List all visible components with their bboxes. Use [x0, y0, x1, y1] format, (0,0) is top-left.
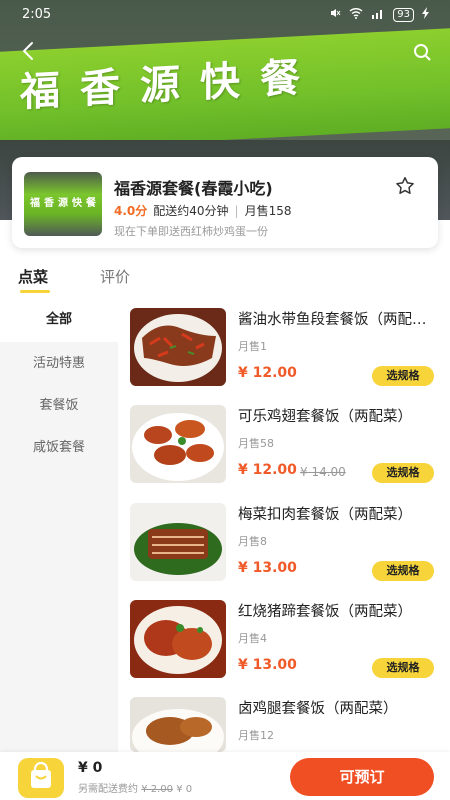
- favorite-button[interactable]: [394, 175, 416, 197]
- cart-total: ¥ 0: [78, 760, 103, 776]
- dish-item[interactable]: 可乐鸡翅套餐饭（两配菜） 月售58 ¥ 12.00 ¥ 14.00 选规格: [130, 405, 438, 495]
- category-salty-rice[interactable]: 咸饭套餐: [0, 426, 118, 470]
- dish-image-fish: [130, 308, 226, 386]
- select-spec-button[interactable]: 选规格: [372, 658, 434, 678]
- signal-icon: [371, 7, 385, 23]
- charging-icon: [422, 7, 430, 23]
- shop-thumbnail-text: 福香源快餐: [30, 198, 100, 209]
- dish-price: ¥ 12.00: [238, 462, 297, 478]
- search-button[interactable]: [412, 42, 432, 62]
- star-outline-icon: [396, 177, 414, 194]
- dish-name: 酱油水带鱼段套餐饭（两配菜）: [238, 312, 434, 328]
- shop-info-card: 福香源快餐 福香源套餐(春霞小吃) 4.0分 配送约40分钟 | 月售158 现…: [12, 157, 438, 248]
- dish-price: ¥ 12.00: [238, 365, 297, 381]
- category-set-meals[interactable]: 套餐饭: [0, 384, 118, 428]
- cart-button[interactable]: [18, 758, 64, 798]
- delivery-fee: 另需配送费约 ¥ 2.00 ¥ 0: [78, 784, 193, 795]
- delivery-time: 配送约40分钟: [153, 204, 229, 218]
- delivery-fee-original: ¥ 2.00: [141, 784, 173, 795]
- battery-level: 93: [393, 8, 414, 22]
- back-button[interactable]: [18, 40, 40, 62]
- dish-image-trotter: [130, 600, 226, 678]
- dish-image-chicken-leg: [130, 697, 226, 752]
- dish-item[interactable]: 酱油水带鱼段套餐饭（两配菜） 月售1 ¥ 12.00 选规格: [130, 308, 438, 398]
- delivery-fee-now: ¥ 0: [176, 784, 193, 795]
- category-promotions[interactable]: 活动特惠: [0, 342, 118, 386]
- select-spec-button[interactable]: 选规格: [372, 561, 434, 581]
- shopping-bag-icon: [31, 761, 51, 788]
- dish-item[interactable]: 梅菜扣肉套餐饭（两配菜） 月售8 ¥ 13.00 选规格: [130, 503, 438, 593]
- dish-price: ¥ 13.00: [238, 657, 297, 673]
- shop-promo: 现在下单即送西红柿炒鸡蛋一份: [114, 225, 268, 238]
- active-tab-indicator: [20, 290, 50, 293]
- chevron-left-icon: [22, 42, 33, 60]
- shop-rating: 4.0分: [114, 204, 148, 218]
- status-bar: 2:05 93: [0, 0, 450, 30]
- tab-order[interactable]: 点菜: [18, 266, 48, 287]
- dish-sold: 月售58: [238, 437, 274, 450]
- dish-image-wings: [130, 405, 226, 483]
- wifi-icon: [349, 7, 363, 23]
- search-icon: [414, 44, 431, 61]
- tab-reviews[interactable]: 评价: [100, 266, 130, 287]
- dish-item[interactable]: 红烧猪蹄套餐饭（两配菜） 月售4 ¥ 13.00 选规格: [130, 600, 438, 690]
- cart-footer: ¥ 0 另需配送费约 ¥ 2.00 ¥ 0 可预订: [0, 752, 450, 800]
- dish-image-pork: [130, 503, 226, 581]
- dish-sold: 月售1: [238, 340, 267, 353]
- category-all[interactable]: 全部: [0, 298, 118, 342]
- dish-name: 卤鸡腿套餐饭（两配菜）: [238, 701, 398, 717]
- dish-name: 红烧猪蹄套餐饭（两配菜）: [238, 604, 412, 620]
- shop-name: 福香源套餐(春霞小吃): [114, 179, 273, 198]
- mute-icon: [329, 7, 341, 23]
- shop-page: 福香源快餐 2:05 93 福香源快餐 福香源套餐(春霞小吃) 4.0分 配送约…: [0, 0, 450, 800]
- status-time: 2:05: [22, 7, 52, 22]
- dish-sold: 月售8: [238, 535, 267, 548]
- shop-meta: 4.0分 配送约40分钟 | 月售158: [114, 203, 292, 219]
- dish-sold: 月售12: [238, 729, 274, 742]
- tab-bar: 点菜 评价: [0, 258, 450, 294]
- preorder-button[interactable]: 可预订: [290, 758, 434, 796]
- dish-price: ¥ 13.00: [238, 560, 297, 576]
- shop-thumbnail: 福香源快餐: [24, 172, 102, 236]
- dish-name: 梅菜扣肉套餐饭（两配菜）: [238, 507, 412, 523]
- dish-name: 可乐鸡翅套餐饭（两配菜）: [238, 409, 412, 425]
- category-sidebar: 全部 活动特惠 套餐饭 咸饭套餐: [0, 298, 118, 760]
- monthly-sales: 月售158: [244, 204, 292, 218]
- dish-original-price: ¥ 14.00: [300, 465, 346, 479]
- dish-sold: 月售4: [238, 632, 267, 645]
- select-spec-button[interactable]: 选规格: [372, 366, 434, 386]
- select-spec-button[interactable]: 选规格: [372, 463, 434, 483]
